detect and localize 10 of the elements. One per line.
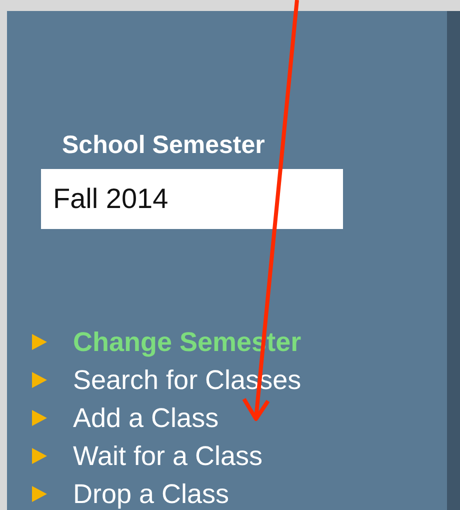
semester-field[interactable]: Fall 2014 (41, 169, 343, 229)
menu-link[interactable]: Wait for a Class (29, 437, 447, 475)
semester-label: School Semester (62, 131, 266, 160)
triangle-bullet-icon (29, 332, 49, 352)
menu-link[interactable]: Add a Class (29, 399, 447, 437)
triangle-bullet-icon (29, 446, 49, 466)
menu-link[interactable]: Drop a Class (29, 475, 447, 510)
triangle-bullet-icon (29, 370, 49, 390)
triangle-bullet-icon (29, 408, 49, 428)
triangle-bullet-icon (29, 484, 49, 504)
